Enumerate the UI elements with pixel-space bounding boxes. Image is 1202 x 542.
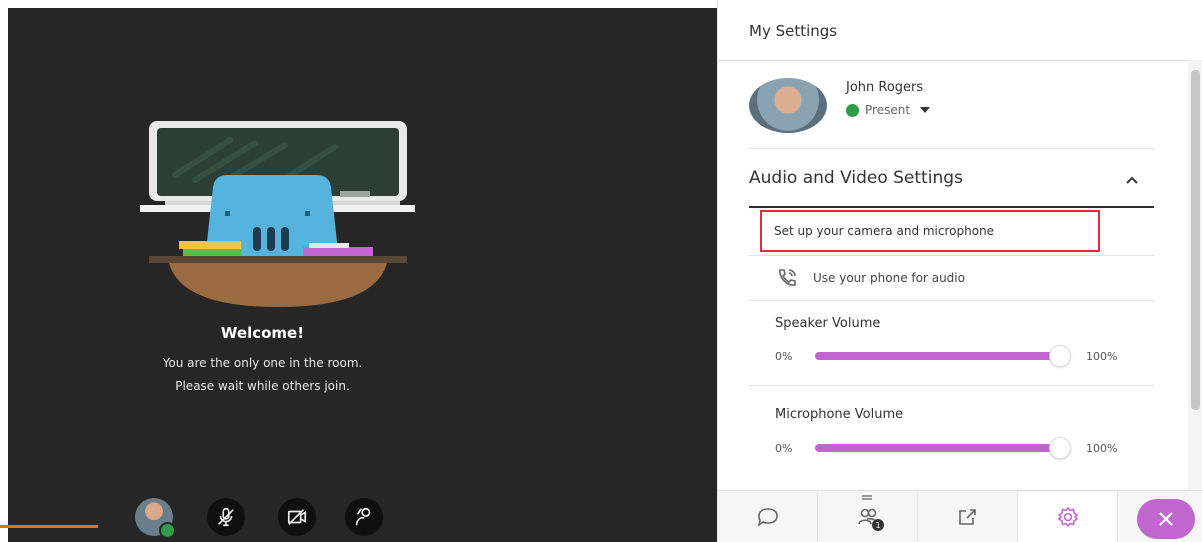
av-settings-header[interactable]: Audio and Video Settings [749,168,963,188]
close-icon [1159,512,1173,526]
divider [749,385,1154,386]
microphone-volume-max: 100% [1086,442,1118,455]
attendee-count-badge: 1 [872,519,884,531]
attendees-button[interactable]: 1 [818,491,918,542]
classroom-illustration [140,121,415,307]
section-underline [749,206,1154,208]
chat-icon [757,508,778,527]
speaker-volume-fill [815,352,1053,360]
close-panel-button[interactable] [1137,499,1195,539]
welcome-title: Welcome! [220,324,305,342]
microphone-muted-icon [218,507,234,527]
camera-off-icon [287,509,307,525]
use-phone-audio-label: Use your phone for audio [813,271,965,285]
setup-camera-mic-link[interactable]: Set up your camera and microphone [760,210,1100,252]
scrollbar-thumb[interactable] [1191,70,1200,410]
speaker-volume-min: 0% [775,350,793,363]
chat-button[interactable] [718,491,818,542]
user-avatar [749,78,827,133]
stage-background: Welcome! You are the only one in the roo… [8,8,717,542]
microphone-toggle-button[interactable] [207,498,245,536]
microphone-volume-knob[interactable] [1049,437,1071,459]
use-phone-audio-link[interactable]: Use your phone for audio [775,266,965,290]
caret-down-icon [920,107,931,113]
drag-handle-icon [862,495,872,497]
bottom-toolbar: 1 [718,490,1202,542]
welcome-message-line-1: You are the only one in the room. [162,356,363,370]
microphone-volume-slider[interactable] [815,437,1071,459]
phone-icon [779,269,796,286]
speaker-volume-slider[interactable] [815,345,1071,367]
collaborate-window: Welcome! You are the only one in the roo… [0,0,1202,542]
divider [749,255,1154,256]
setup-camera-mic-label: Set up your camera and microphone [774,224,995,238]
present-check-icon [159,522,176,539]
divider [749,148,1154,149]
settings-icon [1057,506,1078,528]
my-avatar-button[interactable] [135,498,176,539]
camera-toggle-button[interactable] [278,498,316,536]
panel-divider [718,60,1188,61]
user-name: John Rogers [846,80,924,95]
chevron-up-icon[interactable] [1122,170,1142,190]
microphone-volume-fill [815,444,1053,452]
microphone-volume-label: Microphone Volume [775,407,904,422]
raise-hand-icon [355,507,371,526]
status-label: Present [865,103,911,117]
speaker-volume-max: 100% [1086,350,1118,363]
speaker-volume-knob[interactable] [1049,345,1071,367]
share-content-icon [958,509,976,525]
speaker-volume-label: Speaker Volume [775,316,881,331]
my-settings-button[interactable] [1018,491,1118,542]
settings-panel: My Settings John Rogers Present Audio an… [717,0,1202,542]
welcome-message-line-2: Please wait while others join. [175,379,350,393]
present-status-icon [846,103,859,117]
raise-hand-button[interactable] [345,498,383,536]
share-content-button[interactable] [918,491,1018,542]
panel-title: My Settings [749,22,838,40]
status-dropdown[interactable]: Present [846,103,931,117]
accent-underline [0,525,98,528]
main-stage: Welcome! You are the only one in the roo… [0,0,717,542]
microphone-volume-min: 0% [775,442,793,455]
divider [749,300,1154,301]
panel-scrollbar[interactable] [1188,60,1202,490]
